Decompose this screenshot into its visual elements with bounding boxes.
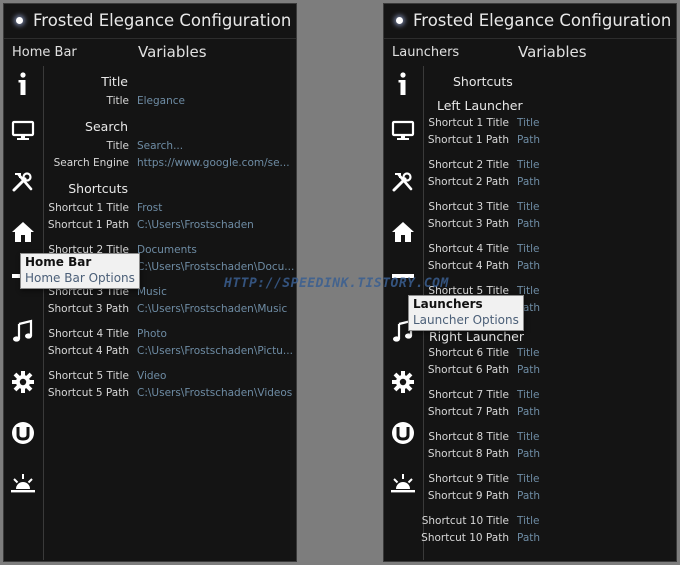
variable-value[interactable]: C:\Users\Frostschaden: [137, 219, 254, 231]
variable-value[interactable]: Title: [517, 243, 540, 255]
variable-label: Shortcut 5 Path: [47, 387, 129, 399]
variable-value[interactable]: Path: [517, 490, 540, 502]
tooltip-title: Home Bar: [25, 255, 92, 269]
variable-label: Shortcut 7 Title: [428, 389, 509, 401]
variable-value[interactable]: Frost: [137, 202, 162, 214]
variable-value[interactable]: C:\Users\Frostschaden\Music: [137, 303, 287, 315]
variable-label: Shortcut 3 Path: [47, 303, 129, 315]
variable-label: Shortcut 1 Title: [428, 117, 509, 129]
variable-value[interactable]: Path: [517, 364, 540, 376]
variable-label: Shortcut 8 Title: [428, 431, 509, 443]
variable-label: Shortcut 6 Title: [428, 347, 509, 359]
variable-label: Search Engine: [53, 157, 129, 169]
variable-value[interactable]: Path: [517, 406, 540, 418]
variable-value[interactable]: Elegance: [137, 95, 185, 107]
variable-value[interactable]: C:\Users\Frostschaden\Pictu...: [137, 345, 293, 357]
variable-value[interactable]: Title: [517, 117, 540, 129]
variable-label: Title: [106, 140, 129, 152]
variable-value[interactable]: Title: [517, 515, 540, 527]
variable-label: Shortcut 2 Path: [427, 176, 509, 188]
variable-value[interactable]: Photo: [137, 328, 167, 340]
variable-value[interactable]: C:\Users\Frostschaden\Docu...: [137, 261, 294, 273]
variable-label: Shortcut 9 Path: [427, 490, 509, 502]
variable-label: Shortcut 3 Title: [428, 201, 509, 213]
variable-label: Title: [106, 95, 129, 107]
variable-value[interactable]: Title: [517, 431, 540, 443]
right-launcher-heading: Right Launcher: [429, 329, 524, 344]
variable-value[interactable]: C:\Users\Frostschaden\Videos: [137, 387, 292, 399]
variable-value[interactable]: Title: [517, 473, 540, 485]
variable-value[interactable]: Path: [517, 134, 540, 146]
variable-value[interactable]: Title: [517, 159, 540, 171]
variable-value[interactable]: Documents: [137, 244, 197, 256]
variable-label: Shortcut 8 Path: [427, 448, 509, 460]
shortcuts-heading: Shortcuts: [453, 74, 513, 89]
variable-label: Shortcut 1 Path: [427, 134, 509, 146]
variable-label: Shortcut 10 Title: [421, 515, 509, 527]
variable-value[interactable]: Path: [517, 448, 540, 460]
left-launcher-heading: Left Launcher: [437, 98, 523, 113]
variable-label: Shortcut 4 Path: [47, 345, 129, 357]
variable-label: Shortcut 6 Path: [427, 364, 509, 376]
variable-label: Shortcut 3 Path: [427, 218, 509, 230]
variable-label: Shortcut 7 Path: [427, 406, 509, 418]
variable-label: Shortcut 1 Path: [47, 219, 129, 231]
group-heading: Title: [101, 74, 128, 89]
variable-value[interactable]: Path: [517, 532, 540, 544]
variable-label: Shortcut 4 Path: [427, 260, 509, 272]
variable-label: Shortcut 9 Title: [428, 473, 509, 485]
watermark: HTTP://SPEEDINK.TISTORY.COM: [224, 276, 449, 291]
group-heading: Search: [85, 119, 128, 134]
group-heading: Shortcuts: [68, 181, 128, 196]
tooltip-title: Launchers: [413, 297, 483, 311]
tooltip-home-bar: Home Bar Home Bar Options: [20, 253, 140, 289]
tooltip-subtitle: Launcher Options: [413, 313, 519, 327]
variable-value[interactable]: Music: [137, 286, 167, 298]
variable-label: Shortcut 4 Title: [48, 328, 129, 340]
tooltip-launchers: Launchers Launcher Options: [408, 295, 524, 331]
variable-value[interactable]: https://www.google.com/se...: [137, 157, 290, 169]
variable-value[interactable]: Video: [137, 370, 166, 382]
variable-value[interactable]: Search...: [137, 140, 183, 152]
variable-value[interactable]: Title: [517, 201, 540, 213]
variable-value[interactable]: Path: [517, 218, 540, 230]
variable-value[interactable]: Title: [517, 347, 540, 359]
variable-label: Shortcut 4 Title: [428, 243, 509, 255]
variable-value[interactable]: Path: [517, 176, 540, 188]
variable-label: Shortcut 1 Title: [48, 202, 129, 214]
variable-label: Shortcut 10 Path: [421, 532, 509, 544]
tooltip-subtitle: Home Bar Options: [25, 271, 135, 285]
variable-label: Shortcut 2 Title: [428, 159, 509, 171]
variable-label: Shortcut 5 Title: [48, 370, 129, 382]
variable-value[interactable]: Path: [517, 260, 540, 272]
variable-value[interactable]: Title: [517, 389, 540, 401]
